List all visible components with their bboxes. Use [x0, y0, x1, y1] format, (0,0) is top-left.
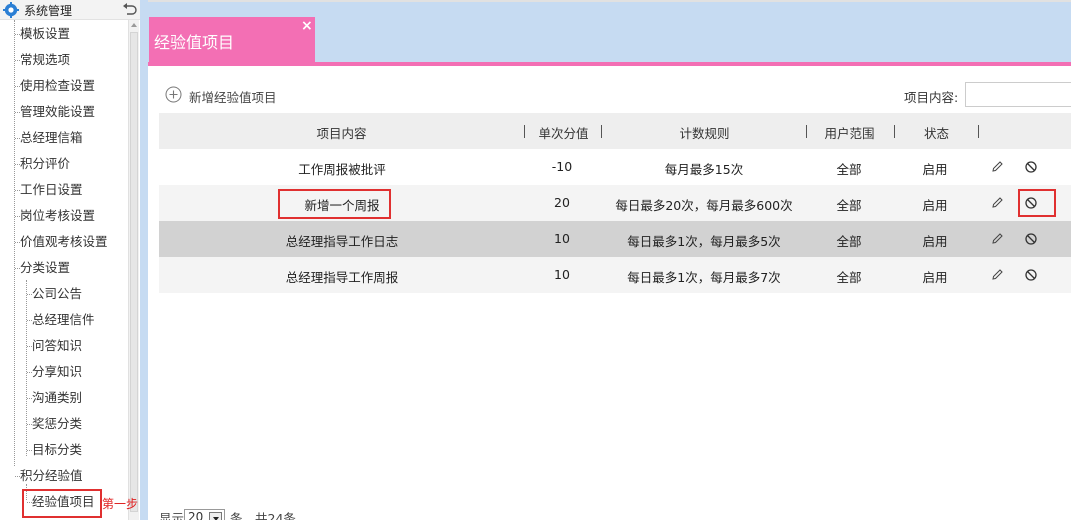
- tab-title: 经验值项目: [154, 33, 235, 52]
- cell-rule: 每日最多20次，每月最多600次: [615, 198, 793, 213]
- sidebar-header: 系统管理: [0, 0, 140, 20]
- sidebar-item[interactable]: 积分经验值: [20, 466, 83, 486]
- gear-icon: [3, 2, 19, 18]
- cell-status: 启用: [922, 234, 948, 249]
- table-header: 项目内容 单次分值 计数规则 用户范围 状态: [159, 113, 1071, 149]
- cell-name: 工作周报被批评: [298, 162, 386, 177]
- sidebar-item[interactable]: 奖惩分类: [32, 414, 82, 434]
- table-row: 总经理指导工作日志 10 每日最多1次，每月最多5次 全部 启用: [159, 221, 1071, 257]
- plus-circle-icon: [165, 86, 182, 103]
- sidebar-item[interactable]: 使用检查设置: [20, 76, 95, 96]
- page-size-value: 20: [188, 510, 204, 520]
- cell-name: 总经理指导工作周报: [285, 270, 399, 285]
- step-highlight-sidebar: [22, 489, 102, 518]
- sidebar-item[interactable]: 分类设置: [20, 258, 70, 278]
- back-arrow-icon[interactable]: [121, 1, 138, 18]
- sidebar-item[interactable]: 公司公告: [32, 284, 82, 304]
- sidebar-item[interactable]: 管理效能设置: [20, 102, 95, 122]
- add-item-label: 新增经验值项目: [189, 90, 277, 105]
- footer-show-label: 显示: [159, 511, 185, 520]
- cell-status: 启用: [922, 162, 948, 177]
- pencil-icon[interactable]: [990, 268, 1004, 282]
- column-header-rule: 计数规则: [679, 126, 730, 141]
- sidebar: 系统管理 模板设置常规选项使用检查设置 管理效能设置 总经理信箱积分评价工作日设置岗…: [0, 0, 140, 520]
- cell-scope: 全部: [836, 270, 862, 285]
- sidebar-item[interactable]: 沟通类别: [32, 388, 82, 408]
- column-header-status: 状态: [923, 126, 949, 141]
- sidebar-item[interactable]: 目标分类: [32, 440, 82, 460]
- pencil-icon[interactable]: [990, 232, 1004, 246]
- sidebar-item[interactable]: 总经理信件: [32, 310, 95, 330]
- cell-name: 总经理指导工作日志: [285, 234, 399, 249]
- table-row: 工作周报被批评 -10 每月最多15次 全部 启用: [159, 149, 1071, 185]
- column-header-content: 项目内容: [316, 126, 367, 141]
- disable-icon[interactable]: [1024, 268, 1038, 282]
- chevron-down-icon[interactable]: [209, 512, 222, 520]
- pencil-icon[interactable]: [990, 160, 1004, 174]
- table-row: 总经理指导工作周报 10 每日最多1次，每月最多7次 全部 启用: [159, 257, 1071, 293]
- sidebar-item[interactable]: 分享知识: [32, 362, 82, 382]
- cell-status: 启用: [922, 198, 948, 213]
- column-header-score: 单次分值: [538, 126, 589, 141]
- sidebar-item[interactable]: 总经理信箱: [20, 128, 83, 148]
- cell-scope: 全部: [836, 234, 862, 249]
- sidebar-title: 系统管理: [24, 4, 73, 18]
- sidebar-item[interactable]: 问答知识: [32, 336, 82, 356]
- cell-scope: 全部: [836, 198, 862, 213]
- search-label: 项目内容:: [904, 90, 959, 105]
- sidebar-item[interactable]: 岗位考核设置: [20, 206, 95, 226]
- sidebar-item[interactable]: 价值观考核设置: [20, 232, 108, 252]
- search-input[interactable]: [965, 82, 1071, 107]
- cell-status: 启用: [922, 270, 948, 285]
- highlight-row-name: [278, 189, 391, 219]
- sidebar-tree: 模板设置常规选项使用检查设置 管理效能设置 总经理信箱积分评价工作日设置岗位考核设置…: [0, 20, 128, 520]
- highlight-disable-button: [1018, 189, 1056, 217]
- column-header-scope: 用户范围: [824, 126, 875, 141]
- disable-icon[interactable]: [1024, 160, 1038, 174]
- disable-icon[interactable]: [1024, 232, 1038, 246]
- cell-scope: 全部: [836, 162, 862, 177]
- close-icon[interactable]: ×: [301, 18, 313, 34]
- cell-rule: 每月最多15次: [664, 162, 744, 177]
- page-size-select[interactable]: 20: [184, 509, 225, 520]
- sidebar-item[interactable]: 常规选项: [20, 50, 70, 70]
- tab-experience-items[interactable]: 经验值项目 ×: [149, 17, 315, 62]
- step-label: 第一步: [102, 497, 139, 511]
- sidebar-item[interactable]: 工作日设置: [20, 180, 83, 200]
- pencil-icon[interactable]: [990, 196, 1004, 210]
- cell-rule: 每日最多1次，每月最多7次: [627, 270, 781, 285]
- gutter: [140, 0, 148, 520]
- scroll-up-icon[interactable]: [131, 23, 137, 27]
- scrollbar-thumb[interactable]: [130, 32, 138, 512]
- sidebar-item[interactable]: 积分评价: [20, 154, 70, 174]
- cell-rule: 每日最多1次，每月最多5次: [627, 234, 781, 249]
- footer-total: 条，共24条: [230, 511, 296, 520]
- sidebar-item[interactable]: 模板设置: [20, 24, 70, 44]
- sidebar-scrollbar[interactable]: [128, 20, 139, 520]
